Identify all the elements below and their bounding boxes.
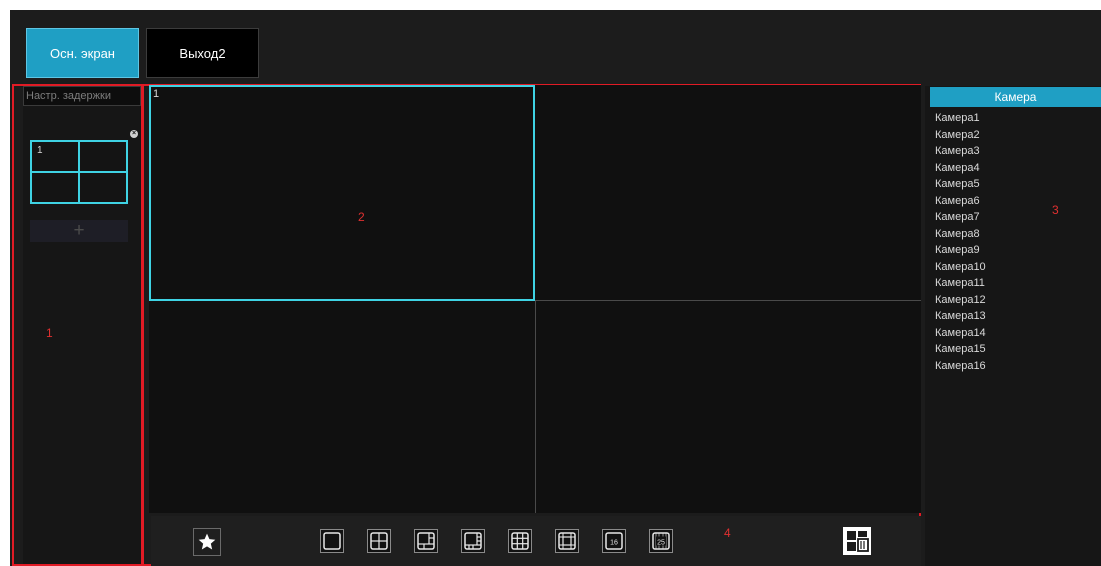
- preview-cell-number: 1: [153, 88, 160, 100]
- star-icon: [198, 533, 216, 550]
- delay-settings-label: Настр. задержки: [26, 90, 111, 102]
- clear-layout-button[interactable]: [843, 527, 871, 555]
- layout-8-button[interactable]: [461, 529, 485, 553]
- preview-cell-4[interactable]: [535, 301, 921, 513]
- tab-main-screen[interactable]: Осн. экран: [26, 28, 139, 78]
- layout-4-icon: [370, 532, 388, 550]
- layout-6-button[interactable]: [414, 529, 438, 553]
- layout-16-button[interactable]: 16: [602, 529, 626, 553]
- preview-cell-3[interactable]: [149, 301, 535, 513]
- camera-list-item[interactable]: Камера11: [935, 277, 985, 289]
- layout-4-button[interactable]: [367, 529, 391, 553]
- layout-13-button[interactable]: [555, 529, 579, 553]
- camera-list-item[interactable]: Камера16: [935, 360, 986, 372]
- layout-25-icon: 25: [652, 532, 670, 550]
- scheme-cell-number: 1: [37, 145, 43, 156]
- annotation-number-2: 2: [358, 210, 365, 224]
- layout-13-icon: [558, 532, 576, 550]
- camera-list-item[interactable]: Камера4: [935, 162, 980, 174]
- camera-list-item[interactable]: Камера12: [935, 294, 986, 306]
- favorite-button[interactable]: [193, 528, 221, 556]
- camera-list-item[interactable]: Камера14: [935, 327, 986, 339]
- camera-list-item[interactable]: Камера13: [935, 310, 986, 322]
- tab-main-screen-label: Осн. экран: [50, 45, 115, 61]
- add-scheme-button[interactable]: +: [30, 220, 128, 242]
- camera-list-item[interactable]: Камера2: [935, 129, 980, 141]
- camera-list-item[interactable]: Камера1: [935, 112, 980, 124]
- layout-16-text: 16: [610, 540, 618, 547]
- layout-toolbar: [151, 516, 921, 566]
- camera-list-item[interactable]: Камера6: [935, 195, 980, 207]
- annotation-number-1: 1: [46, 326, 53, 340]
- clear-icon: [843, 527, 871, 555]
- layout-9-icon: [511, 532, 529, 550]
- delete-scheme-icon[interactable]: ×: [130, 130, 138, 138]
- camera-list-item[interactable]: Камера10: [935, 261, 986, 273]
- camera-list-item[interactable]: Камера9: [935, 244, 980, 256]
- layout-25-button[interactable]: 25: [649, 529, 673, 553]
- layout-1-icon: [323, 532, 341, 550]
- annotation-number-3: 3: [1052, 203, 1059, 217]
- screen: Осн. экран Выход2 Настр. задержки 1 × + …: [10, 10, 1101, 566]
- tab-output2[interactable]: Выход2: [146, 28, 259, 78]
- camera-list-header: Камера: [930, 87, 1101, 107]
- layout-9-button[interactable]: [508, 529, 532, 553]
- tab-output2-label: Выход2: [179, 45, 226, 61]
- scheme-thumbnail[interactable]: 1: [30, 140, 128, 204]
- camera-list-item[interactable]: Камера7: [935, 211, 980, 223]
- preview-area: 1: [149, 85, 921, 513]
- camera-list-item[interactable]: Камера15: [935, 343, 986, 355]
- annotation-number-4: 4: [724, 526, 731, 540]
- camera-list-item[interactable]: Камера5: [935, 178, 980, 190]
- camera-list-item[interactable]: Камера8: [935, 228, 980, 240]
- layout-16-icon: 16: [605, 532, 623, 550]
- delay-settings-field[interactable]: Настр. задержки: [23, 86, 141, 106]
- plus-icon: +: [73, 220, 85, 241]
- scheme-divider-h: [32, 171, 126, 173]
- camera-list-header-label: Камера: [994, 90, 1037, 104]
- preview-cell-2[interactable]: [535, 85, 921, 301]
- layout-25-text: 25: [657, 540, 665, 547]
- layout-8-icon: [464, 532, 482, 550]
- layout-6-icon: [417, 532, 435, 550]
- camera-list-item[interactable]: Камера3: [935, 145, 980, 157]
- layout-1-button[interactable]: [320, 529, 344, 553]
- preview-cell-1-selected[interactable]: [149, 85, 535, 301]
